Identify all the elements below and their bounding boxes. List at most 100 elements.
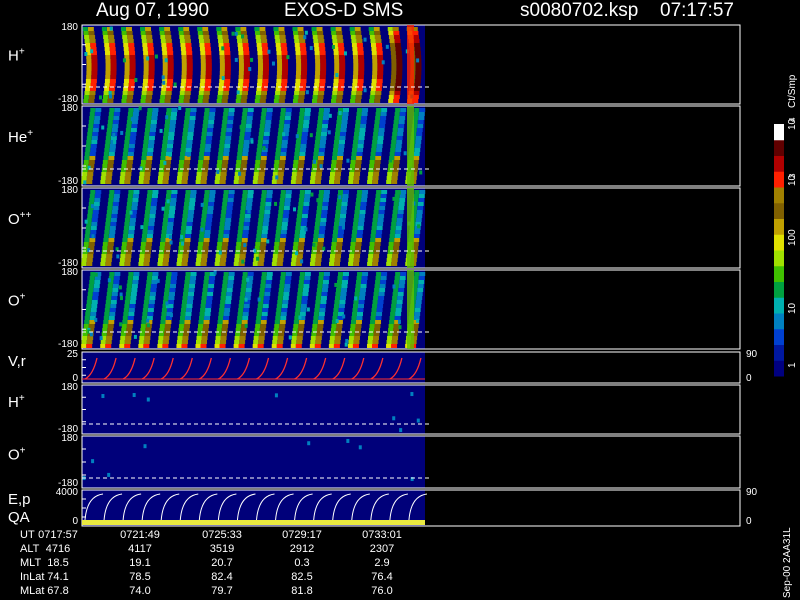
spec-cell — [373, 296, 379, 300]
spec-cell — [158, 176, 163, 180]
spec-cell — [128, 308, 135, 312]
spec-cell — [332, 234, 338, 238]
spec-cell — [207, 292, 214, 296]
spec-cell — [373, 332, 380, 336]
spec-cell — [147, 272, 153, 276]
spec-cell — [161, 47, 167, 51]
spec-cell — [141, 320, 147, 324]
spec-cell — [91, 140, 98, 144]
spec-cell — [186, 140, 193, 144]
ephemeris-value: 19.1 — [129, 557, 151, 569]
spec-cell — [198, 160, 204, 164]
noise-cell — [307, 441, 311, 446]
spec-cell — [90, 308, 97, 312]
spec-cell — [113, 116, 120, 120]
noise-cell — [298, 315, 302, 320]
ephemeris-value: 0733:01 — [362, 529, 402, 541]
spec-cell — [369, 99, 375, 103]
spec-cell — [119, 262, 125, 266]
spec-cell — [139, 336, 145, 340]
spec-cell — [106, 254, 113, 258]
spec-cell — [199, 152, 205, 156]
colorbar-swatch — [774, 360, 784, 377]
spec-cell — [145, 164, 152, 168]
spec-cell — [335, 214, 340, 218]
spec-cell — [293, 160, 299, 164]
spec-cell — [374, 288, 380, 292]
spec-cell — [367, 180, 373, 184]
spec-cell — [260, 324, 267, 328]
spec-cell — [256, 316, 262, 320]
noise-cell — [275, 175, 279, 180]
panel-label-2: QA — [8, 509, 30, 526]
spec-cell — [372, 340, 379, 344]
spec-cell — [413, 234, 420, 238]
spec-cell — [262, 308, 269, 312]
spec-cell — [146, 91, 153, 95]
noise-cell — [133, 334, 137, 339]
spec-cell — [104, 312, 110, 316]
spec-cell — [160, 316, 166, 320]
spec-cell — [238, 180, 245, 184]
spec-cell — [298, 280, 304, 284]
spec-cell — [201, 254, 208, 258]
spec-cell — [204, 234, 211, 238]
spec-cell — [242, 39, 249, 43]
spec-cell — [303, 116, 310, 120]
spec-cell — [124, 51, 130, 55]
spec-cell — [368, 254, 374, 258]
spec-cell — [312, 31, 318, 35]
spec-cell — [278, 332, 285, 336]
noise-cell — [98, 95, 102, 100]
spec-cell — [218, 316, 224, 320]
spec-cell — [189, 280, 196, 284]
spec-cell — [376, 144, 383, 148]
spec-cell — [167, 63, 174, 67]
spec-cell — [318, 234, 325, 238]
spec-cell — [331, 246, 336, 250]
spec-cell — [273, 99, 279, 103]
spec-cell — [388, 246, 394, 250]
spec-cell — [143, 140, 149, 144]
spec-cell — [317, 120, 323, 124]
spec-cell — [168, 136, 174, 140]
spec-cell — [358, 222, 365, 226]
spec-cell — [204, 194, 210, 198]
spec-cell — [254, 31, 260, 35]
spec-cell — [104, 308, 110, 312]
spec-cell — [87, 254, 94, 258]
spec-cell — [223, 83, 230, 87]
spec-cell — [166, 190, 172, 194]
spec-cell — [390, 43, 396, 47]
spec-cell — [149, 128, 156, 132]
spec-cell — [141, 316, 147, 320]
spec-cell — [335, 328, 342, 332]
spec-cell — [373, 336, 380, 340]
spec-cell — [198, 320, 204, 324]
spec-cell — [122, 35, 128, 39]
spec-cell — [342, 194, 349, 198]
noise-cell — [165, 301, 169, 306]
ephemeris-value: 3519 — [209, 543, 235, 555]
spec-cell — [294, 230, 300, 234]
spec-cell — [315, 218, 321, 222]
spec-cell — [132, 198, 139, 202]
spec-cell — [391, 300, 397, 304]
spec-cell — [280, 152, 287, 156]
spec-cell — [336, 246, 342, 250]
spec-cell — [142, 230, 148, 234]
spec-cell — [260, 284, 266, 288]
spec-cell — [257, 71, 263, 75]
ephemeris-value: 2912 — [289, 543, 315, 555]
spec-cell — [181, 222, 187, 226]
ephemeris-value: 76.4 — [371, 571, 393, 583]
spec-cell — [393, 95, 400, 99]
spec-cell — [184, 39, 191, 43]
spec-cell — [86, 258, 93, 262]
spec-cell — [148, 140, 155, 144]
spec-cell — [342, 116, 348, 120]
spec-cell — [185, 272, 191, 276]
spec-cell — [376, 79, 383, 83]
spec-cell — [170, 120, 176, 124]
spec-cell — [388, 328, 394, 332]
